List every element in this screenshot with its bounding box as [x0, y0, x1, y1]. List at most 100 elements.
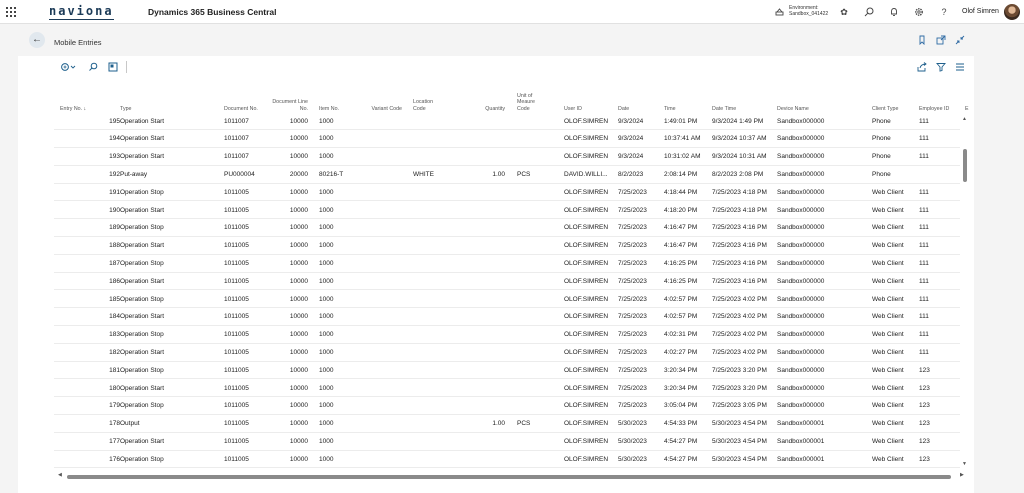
- scroll-left-arrow-icon[interactable]: ◀: [58, 472, 62, 478]
- col-header-document-line-no[interactable]: Document Line No.: [270, 84, 308, 112]
- cell-entry-no[interactable]: 181: [80, 362, 120, 380]
- cell-user-id: OLOF.SIMREN: [564, 437, 609, 445]
- cell-entry-no[interactable]: 176: [80, 451, 120, 469]
- col-header-extra[interactable]: E: [965, 84, 973, 112]
- cell-entry-no[interactable]: 177: [80, 433, 120, 451]
- app-launcher-icon[interactable]: [6, 7, 16, 17]
- cell-date: 5/30/2023: [618, 437, 647, 445]
- cell-entry-no[interactable]: 194: [80, 130, 120, 148]
- vertical-scroll-thumb[interactable]: [963, 149, 967, 182]
- help-icon[interactable]: ?: [938, 6, 950, 18]
- open-new-window-icon[interactable]: [936, 35, 946, 45]
- cell-entry-no[interactable]: 180: [80, 380, 120, 398]
- table-row[interactable]: 190 Operation Start 1011005 10000 1000 OLOF.S…: [54, 202, 960, 220]
- table-row[interactable]: 195 Operation Start 1011007 10000 1000 OLOF.S…: [54, 113, 960, 131]
- table-row[interactable]: 186 Operation Start 1011005 10000 1000 OLOF.S…: [54, 273, 960, 291]
- cell-location-code: WHITE: [413, 170, 434, 178]
- bookmark-icon[interactable]: [917, 35, 927, 45]
- cell-date: 7/25/2023: [618, 348, 647, 356]
- cell-date-time: 7/25/2023 4:02 PM: [712, 313, 767, 321]
- cell-client-type: Web Client: [872, 331, 904, 339]
- environment-icon[interactable]: [775, 8, 784, 16]
- col-header-time[interactable]: Time: [664, 84, 706, 112]
- cell-entry-no[interactable]: 183: [80, 326, 120, 344]
- cell-document-no: 1011005: [224, 420, 249, 428]
- table-row[interactable]: 189 Operation Stop 1011005 10000 1000 OLOF.SI…: [54, 219, 960, 238]
- collapse-icon[interactable]: [955, 35, 965, 45]
- cell-entry-no[interactable]: 189: [80, 219, 120, 237]
- scroll-up-arrow-icon[interactable]: ▲: [962, 116, 967, 122]
- table-row[interactable]: 192 Put-away PU000004 20000 80216-T WHITE 1.00…: [54, 166, 960, 184]
- table-row[interactable]: 193 Operation Start 1011007 10000 1000 OLOF.S…: [54, 148, 960, 166]
- table-row[interactable]: 176 Operation Stop 1011005 10000 1000 OLOF.SI…: [54, 451, 960, 469]
- bell-icon[interactable]: [888, 6, 900, 18]
- gear-icon[interactable]: [913, 6, 925, 18]
- view-options-icon[interactable]: [60, 62, 78, 72]
- cell-entry-no[interactable]: 178: [80, 415, 120, 433]
- avatar[interactable]: [1004, 4, 1020, 20]
- table-row[interactable]: 184 Operation Start 1011005 10000 1000 OLOF.S…: [54, 308, 960, 327]
- col-header-entry-no[interactable]: Entry No. ↓: [60, 84, 94, 112]
- cell-date-time: 5/30/2023 4:54 PM: [712, 437, 767, 445]
- table-row[interactable]: 194 Operation Start 1011007 10000 1000 OLOF.S…: [54, 130, 960, 149]
- cell-entry-no[interactable]: 187: [80, 255, 120, 273]
- table-row[interactable]: 182 Operation Start 1011005 10000 1000 OLOF.S…: [54, 344, 960, 362]
- cell-entry-no[interactable]: 184: [80, 308, 120, 326]
- col-header-item-no[interactable]: Item No.: [319, 84, 359, 112]
- scroll-right-arrow-icon[interactable]: ▶: [960, 472, 964, 478]
- cell-quantity: [470, 326, 505, 344]
- search-icon[interactable]: [863, 6, 875, 18]
- col-header-document-no[interactable]: Document No.: [224, 84, 258, 112]
- col-header-date-time[interactable]: Date Time: [712, 84, 772, 112]
- cell-user-id: OLOF.SIMREN: [564, 384, 609, 392]
- table-row[interactable]: 179 Operation Stop 1011005 10000 1000 OLOF.SI…: [54, 397, 960, 416]
- cell-entry-no[interactable]: 185: [80, 291, 120, 309]
- cell-variant-code: [366, 291, 410, 309]
- top-bar: naviona Dynamics 365 Business Central En…: [0, 0, 1024, 24]
- table-row[interactable]: 187 Operation Stop 1011005 10000 1000 OLOF.SI…: [54, 255, 960, 273]
- share-icon[interactable]: [917, 62, 927, 72]
- list-view-icon[interactable]: [955, 62, 965, 72]
- excel-icon[interactable]: [108, 62, 118, 72]
- table-row[interactable]: 181 Operation Stop 1011005 10000 1000 OLOF.SI…: [54, 362, 960, 380]
- col-header-date[interactable]: Date: [618, 84, 658, 112]
- col-header-employee-id[interactable]: Employee ID: [919, 84, 957, 112]
- col-header-location-code[interactable]: Location Code: [413, 84, 443, 112]
- table-row[interactable]: 191 Operation Stop 1011005 10000 1000 OLOF.SI…: [54, 184, 960, 202]
- user-name[interactable]: Olof Simren: [962, 8, 999, 15]
- cell-entry-no[interactable]: 188: [80, 237, 120, 255]
- cell-entry-no[interactable]: 191: [80, 184, 120, 202]
- horizontal-scroll-thumb[interactable]: [67, 475, 951, 479]
- cell-device-name: Sandbox000000: [777, 135, 825, 143]
- col-header-unit-of-measure-code[interactable]: Unit of Meaure Code: [517, 84, 547, 112]
- cell-entry-no[interactable]: 195: [80, 113, 120, 131]
- back-button[interactable]: ←: [29, 32, 45, 48]
- copilot-icon[interactable]: ✿: [838, 6, 850, 18]
- scroll-down-arrow-icon[interactable]: ▼: [962, 461, 967, 467]
- environment-info[interactable]: Environment: Sandbox_041422: [789, 5, 828, 17]
- filter-icon[interactable]: [936, 62, 946, 72]
- table-row[interactable]: 177 Operation Start 1011005 10000 1000 OLOF.S…: [54, 433, 960, 451]
- cell-entry-no[interactable]: 192: [80, 166, 120, 184]
- table-row[interactable]: 183 Operation Stop 1011005 10000 1000 OLOF.SI…: [54, 326, 960, 344]
- table-row[interactable]: 180 Operation Start 1011005 10000 1000 OLOF.S…: [54, 380, 960, 398]
- col-header-type[interactable]: Type: [120, 84, 200, 112]
- col-header-variant-code[interactable]: Variant Code: [360, 84, 402, 112]
- table-row[interactable]: 188 Operation Start 1011005 10000 1000 OLOF.S…: [54, 237, 960, 255]
- col-header-device-name[interactable]: Device Name: [777, 84, 857, 112]
- search-icon[interactable]: [88, 62, 98, 72]
- col-header-client-type[interactable]: Client Type: [872, 84, 914, 112]
- cell-entry-no[interactable]: 193: [80, 148, 120, 166]
- col-header-user-id[interactable]: User ID: [564, 84, 614, 112]
- table-row[interactable]: 178 Output 1011005 10000 1000 1.00 PCS OLOF.SIM…: [54, 415, 960, 433]
- cell-entry-no[interactable]: 190: [80, 202, 120, 220]
- cell-time: 3:20:34 PM: [664, 384, 698, 392]
- cell-location-code: [413, 308, 457, 326]
- col-header-quantity[interactable]: Quantity: [470, 84, 505, 112]
- cell-document-line-no: 10000: [289, 455, 308, 463]
- cell-entry-no[interactable]: 182: [80, 344, 120, 362]
- cell-entry-no[interactable]: 186: [80, 273, 120, 291]
- table-row[interactable]: 185 Operation Stop 1011005 10000 1000 OLOF.SI…: [54, 291, 960, 309]
- cell-entry-no[interactable]: 179: [80, 397, 120, 415]
- cell-unit-of-measure-code: [517, 255, 557, 273]
